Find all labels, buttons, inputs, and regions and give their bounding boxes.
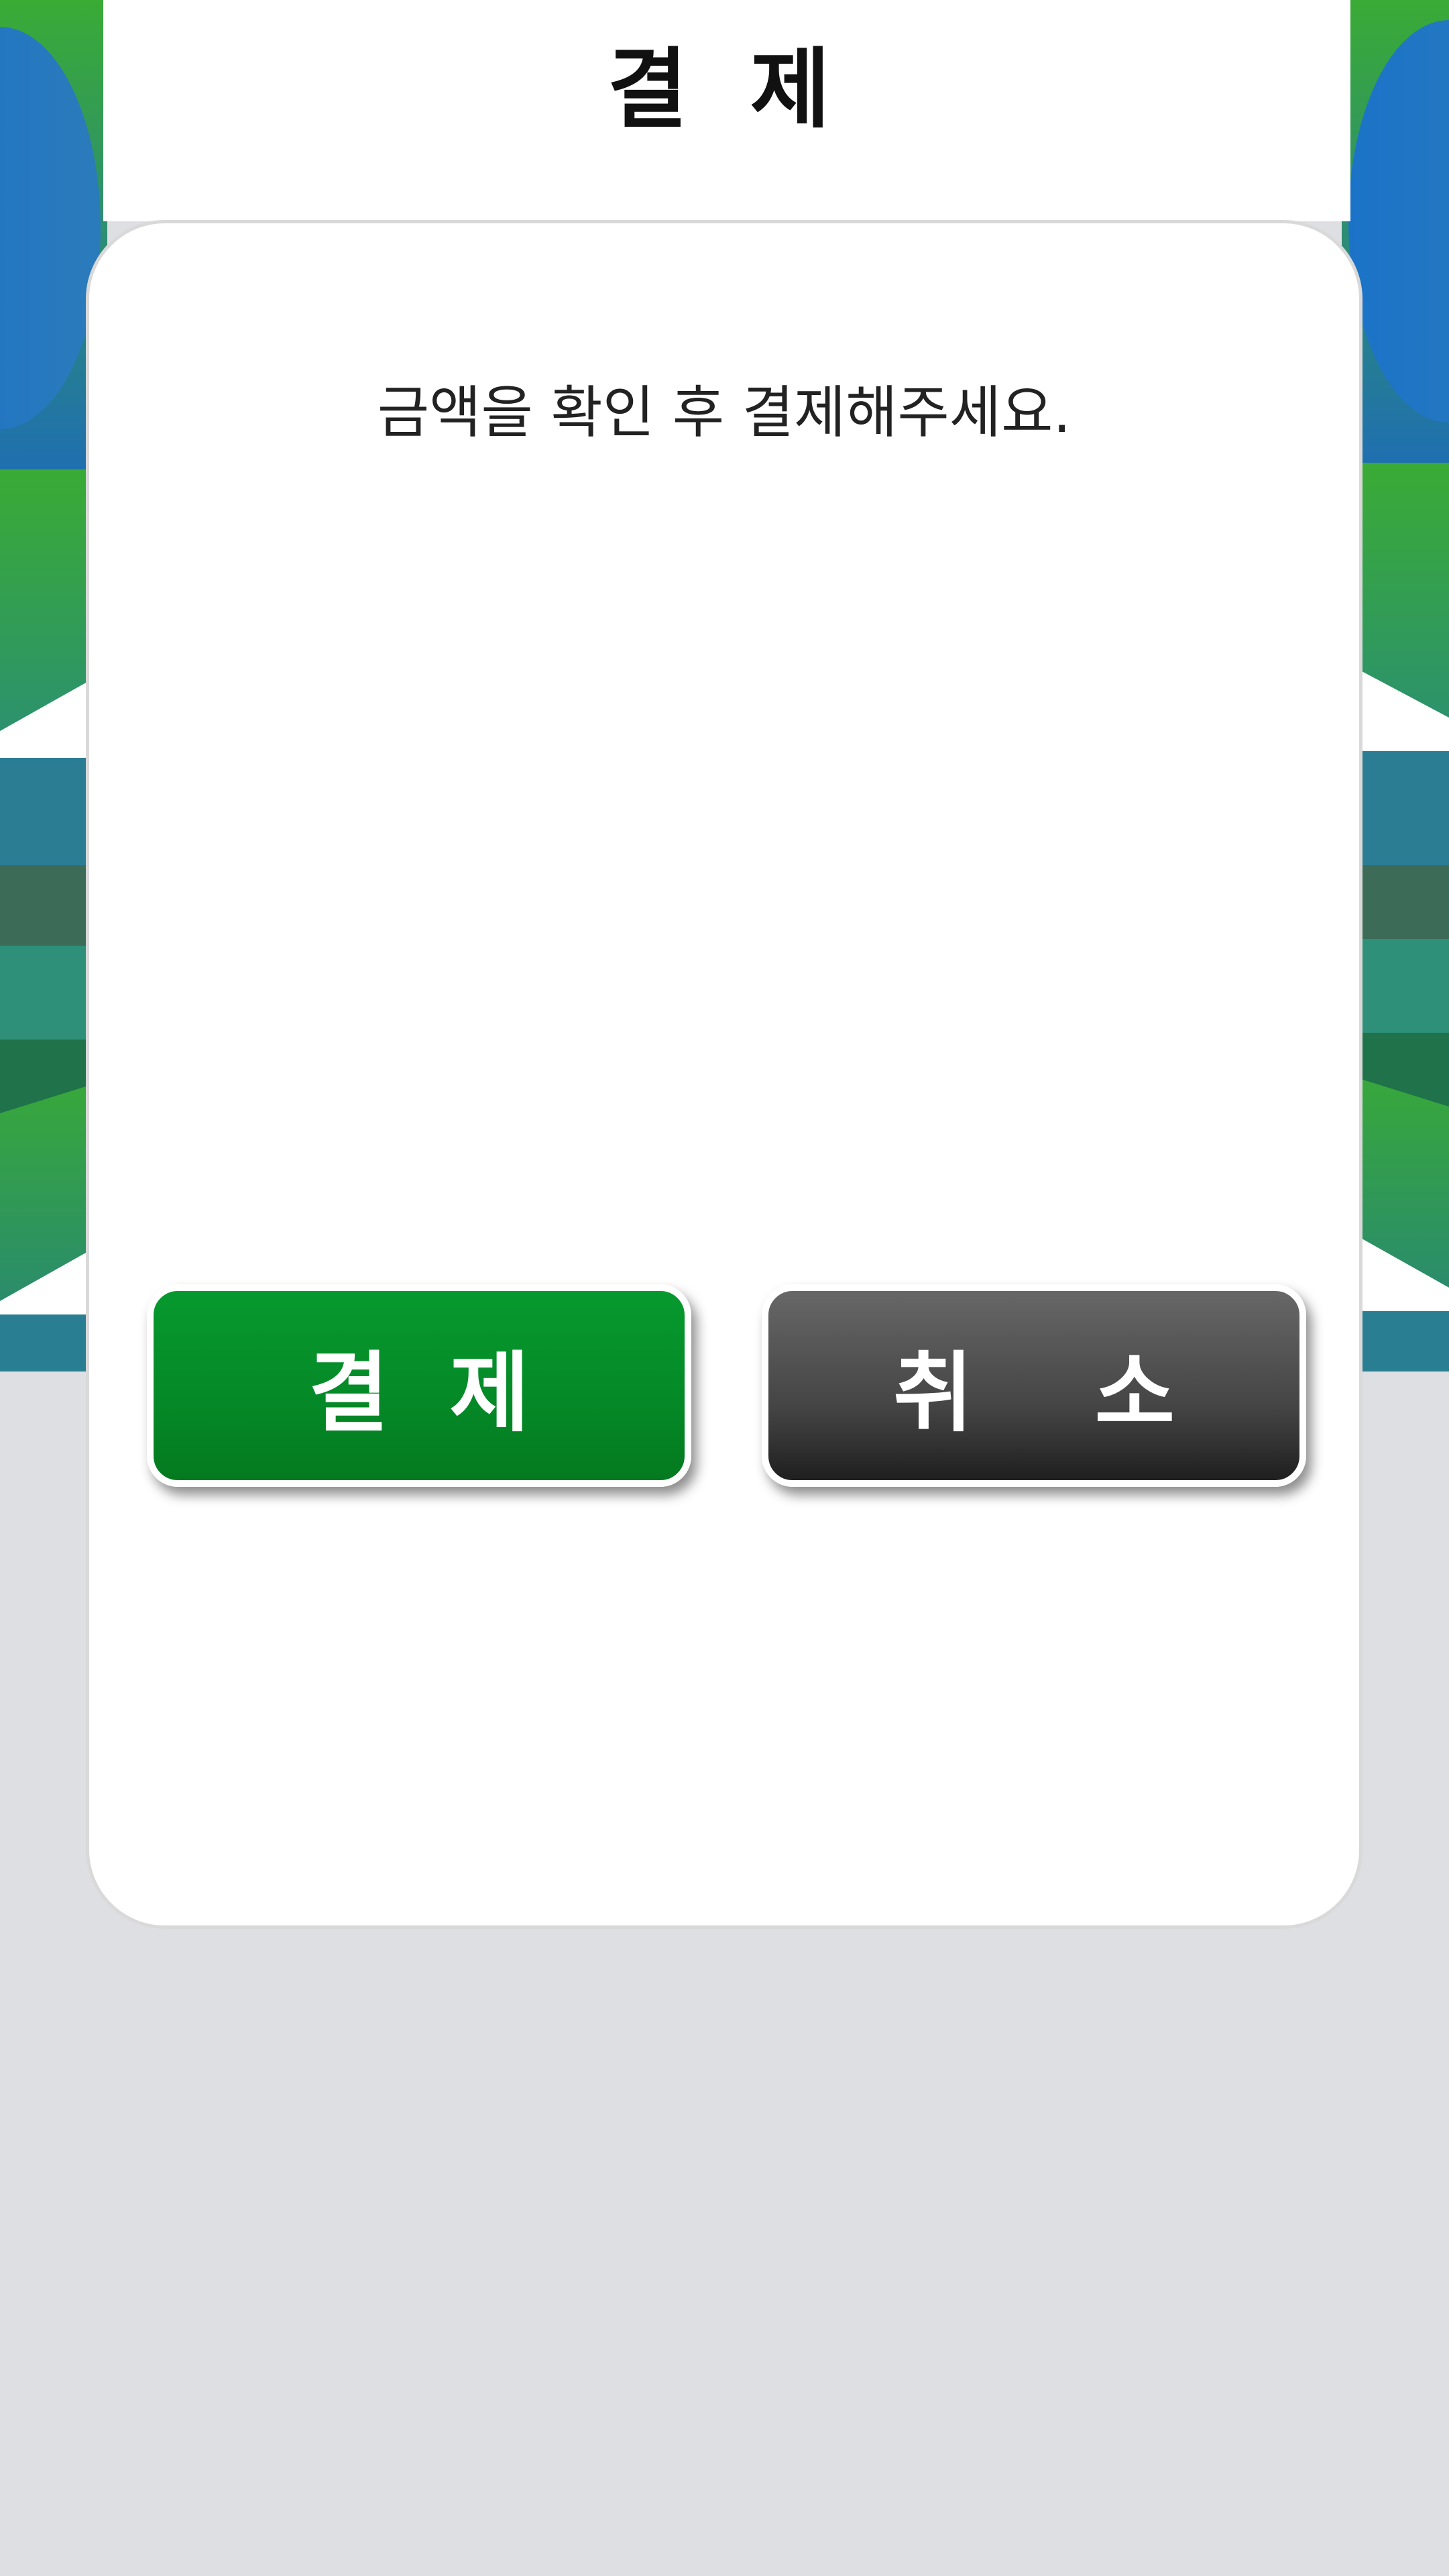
cancel-button[interactable]: 취 소 bbox=[762, 1284, 1306, 1487]
pay-button[interactable]: 결 제 bbox=[147, 1284, 691, 1487]
dialog-message: 금액을 확인 후 결제해주세요. bbox=[377, 380, 1071, 445]
payment-dialog: 금액을 확인 후 결제해주세요. 결 제 취 소 bbox=[86, 220, 1363, 1929]
page-title: 결 제 bbox=[607, 38, 847, 140]
